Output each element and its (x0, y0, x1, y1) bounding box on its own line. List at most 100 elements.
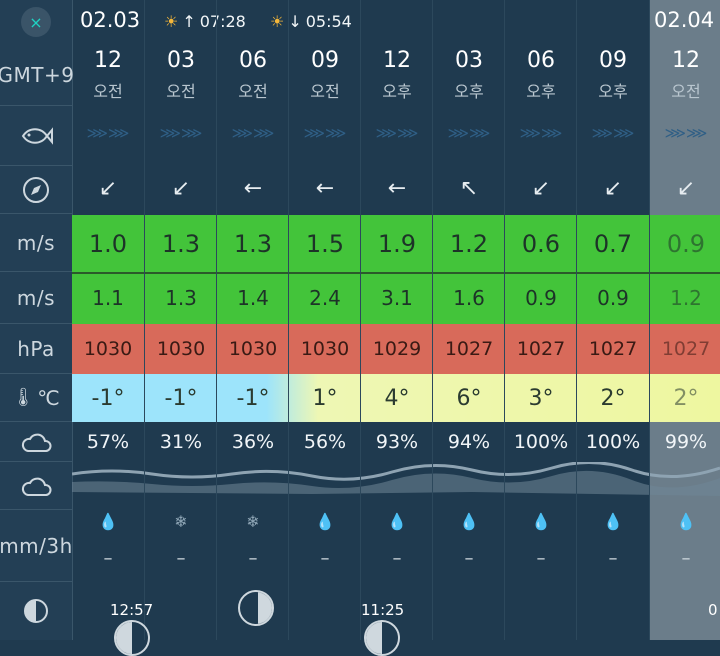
close-button[interactable]: × (21, 7, 51, 37)
compass-icon (0, 166, 72, 214)
wind-direction-icon: ← (315, 176, 335, 201)
rain-unit-label: mm/3h (0, 510, 72, 582)
forecast-column[interactable]: 03 오후 ⋙⋙ ↖ 1.2 1.6 1027 6° 94% 💧 – (432, 0, 504, 640)
moon-phase-icon-1 (114, 620, 150, 656)
gust-speed: 0.9 (525, 286, 557, 310)
gust-speed: 1.2 (670, 286, 702, 310)
rain-amount: – (464, 548, 474, 569)
pressure-value: 1027 (444, 338, 494, 360)
wind-speed: 1.3 (233, 230, 273, 258)
wind-direction-icon: ← (387, 176, 407, 201)
forecast-column[interactable]: 06 오후 ⋙⋙ ↙ 0.6 0.9 1027 3° 100% 💧 – (504, 0, 576, 640)
pressure-value: 1027 (588, 338, 638, 360)
temperature-value: 1° (312, 386, 338, 411)
forecast-column[interactable]: 03 오전 ⋙⋙ ↙ 1.3 1.3 1030 -1° 31% ❄ – (144, 0, 216, 640)
precip-icon: 💧 (650, 512, 720, 531)
wind-direction-icon: ↙ (98, 176, 118, 201)
ampm-label: 오후 (454, 82, 484, 101)
moonset-time: 11:25 (361, 601, 405, 619)
fish-activity-icon: ⋙⋙ (159, 124, 203, 142)
ampm-label: 오전 (310, 82, 340, 101)
forecast-column[interactable]: 06 오전 ⋙⋙ ← 1.3 1.4 1030 -1° 36% ❄ – (216, 0, 288, 640)
cloud-cover: 31% (159, 431, 203, 453)
gust-speed: 3.1 (381, 286, 413, 310)
rain-amount: – (392, 548, 402, 569)
fish-activity-icon: ⋙⋙ (664, 124, 708, 142)
forecast-column[interactable]: 09 오전 ⋙⋙ ← 1.5 2.4 1030 1° 56% 💧 – (288, 0, 360, 640)
rain-drop-icon: 💧 (676, 512, 696, 531)
wind-direction-icon: ↙ (603, 176, 623, 201)
fish-activity-icon: ⋙⋙ (86, 124, 130, 142)
precip-icon: 💧 (433, 512, 505, 531)
moonrise-time: 12:57 (110, 601, 154, 619)
cloud-layer-icon (0, 462, 72, 510)
ampm-label: 오전 (671, 82, 701, 101)
ampm-label: 오후 (598, 82, 628, 101)
forecast-column[interactable]: 12 오전 ⋙⋙ ↙ 0.9 1.2 1027 2° 99% 💧 – (649, 0, 720, 640)
gust-speed: 1.1 (92, 286, 124, 310)
precip-icon: ❄ (145, 512, 217, 531)
snow-icon: ❄ (246, 512, 260, 531)
ampm-label: 오전 (93, 82, 123, 101)
forecast-column[interactable]: 12 오전 ⋙⋙ ↙ 1.0 1.1 1030 -1° 57% 💧 – (72, 0, 144, 640)
temperature-value: 2° (673, 386, 699, 411)
hour-label: 06 (527, 48, 555, 73)
cloud-cover: 100% (513, 431, 569, 453)
fish-activity-icon: ⋙⋙ (231, 124, 275, 142)
hour-label: 09 (599, 48, 627, 73)
pressure-value: 1030 (156, 338, 206, 360)
wind-speed: 1.5 (305, 230, 345, 258)
rain-drop-icon: 💧 (459, 512, 479, 531)
wind-speed: 0.7 (593, 230, 633, 258)
temperature-value: 4° (384, 386, 410, 411)
gust-speed: 1.3 (165, 286, 197, 310)
rain-drop-icon: 💧 (315, 512, 335, 531)
ampm-label: 오후 (382, 82, 412, 101)
gust-unit-label: m/s (0, 272, 72, 324)
wind-speed: 0.6 (521, 230, 561, 258)
wind-speed: 1.0 (88, 230, 128, 258)
wind-direction-icon: ← (243, 176, 263, 201)
moon-phase-icon-3 (364, 620, 400, 656)
temperature-value: -1° (236, 386, 270, 411)
rain-amount: – (681, 548, 691, 569)
cloud-cover: 36% (231, 431, 275, 453)
pressure-value: 1030 (300, 338, 350, 360)
fish-activity-icon: ⋙⋙ (303, 124, 347, 142)
cloud-icon (0, 422, 72, 462)
temp-unit-label: ℃ (37, 385, 61, 410)
temp-unit: 🌡 ℃ (0, 374, 72, 422)
ampm-label: 오후 (526, 82, 556, 101)
wind-direction-icon: ↙ (531, 176, 551, 201)
wind-speed: 1.3 (161, 230, 201, 258)
hour-label: 12 (383, 48, 411, 73)
forecast-column[interactable]: 09 오후 ⋙⋙ ↙ 0.7 0.9 1027 2° 100% 💧 – (576, 0, 648, 640)
hour-label: 12 (94, 48, 122, 73)
rain-drop-icon: 💧 (531, 512, 551, 531)
wind-speed: 0.9 (666, 230, 706, 258)
ampm-label: 오전 (238, 82, 268, 101)
cloud-cover: 57% (86, 431, 130, 453)
rain-amount: – (536, 548, 546, 569)
hour-label: 06 (239, 48, 267, 73)
gust-speed: 1.6 (453, 286, 485, 310)
temperature-value: -1° (91, 386, 125, 411)
close-cell: × (0, 0, 72, 44)
wind-direction-icon: ↙ (676, 176, 696, 201)
rain-amount: – (103, 548, 113, 569)
pressure-value: 1027 (661, 338, 711, 360)
wind-speed: 1.2 (449, 230, 489, 258)
hour-label: 03 (167, 48, 195, 73)
precip-icon: 💧 (361, 512, 433, 531)
rain-drop-icon: 💧 (603, 512, 623, 531)
temperature-value: 3° (528, 386, 554, 411)
wind-direction-icon: ↖ (459, 176, 479, 201)
forecast-column[interactable]: 12 오후 ⋙⋙ ← 1.9 3.1 1029 4° 93% 💧 – (360, 0, 432, 640)
fish-activity-icon: ⋙⋙ (447, 124, 491, 142)
sidebar: × GMT+9 m/s m/s hPa 🌡 ℃ mm/3h (0, 0, 74, 640)
fish-icon (0, 106, 72, 166)
temperature-value: 2° (600, 386, 626, 411)
precip-icon: 💧 (72, 512, 144, 531)
rain-amount: – (176, 548, 186, 569)
precip-icon: 💧 (505, 512, 577, 531)
